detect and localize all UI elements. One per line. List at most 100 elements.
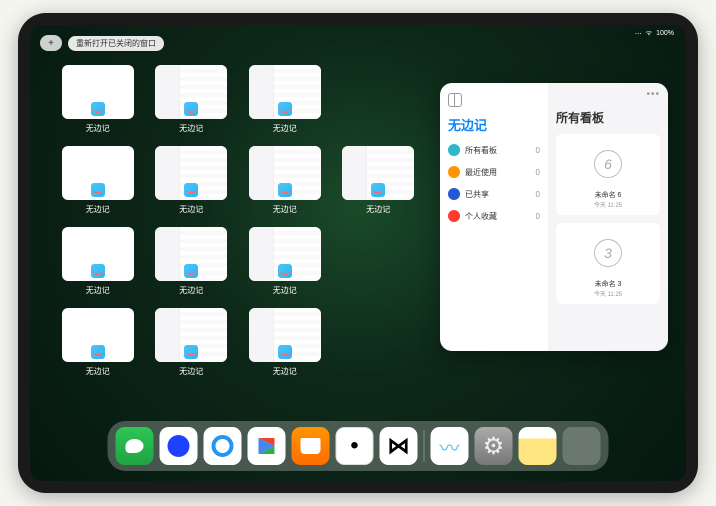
freeform-app-icon [277, 101, 293, 117]
dock-app-freeform[interactable] [431, 427, 469, 465]
dock-separator [424, 430, 425, 462]
app-window[interactable]: 无边记 [339, 146, 419, 215]
dock-app-notes[interactable] [519, 427, 557, 465]
freeform-app-icon [277, 344, 293, 360]
board-preview: 3 [562, 229, 654, 277]
window-label: 无边记 [86, 285, 110, 296]
window-label: 无边记 [366, 204, 390, 215]
window-thumbnail[interactable] [155, 65, 227, 119]
slideover-title: 无边记 [448, 115, 540, 134]
window-label: 无边记 [179, 366, 203, 377]
app-window[interactable]: 无边记 [245, 146, 325, 215]
window-thumbnail[interactable] [155, 146, 227, 200]
app-window[interactable]: 无边记 [58, 65, 138, 134]
app-window[interactable]: 无边记 [58, 308, 138, 377]
sidebar-item-count: 0 [536, 190, 540, 199]
category-icon [448, 188, 460, 200]
board-label: 未命名 3 [562, 279, 654, 289]
dock-app-play[interactable] [248, 427, 286, 465]
window-label: 无边记 [179, 123, 203, 134]
app-window[interactable]: 无边记 [58, 227, 138, 296]
window-thumbnail[interactable] [249, 308, 321, 362]
battery-text: 100% [656, 30, 674, 37]
dock-app-dice[interactable] [336, 427, 374, 465]
freeform-app-icon [183, 101, 199, 117]
sidebar-item-label: 已共享 [465, 189, 489, 200]
window-thumbnail[interactable] [249, 227, 321, 281]
window-thumbnail[interactable] [342, 146, 414, 200]
freeform-app-icon [370, 182, 386, 198]
board-label: 未命名 6 [562, 190, 654, 200]
more-button[interactable]: ••• [646, 89, 660, 100]
window-thumbnail[interactable] [155, 308, 227, 362]
window-thumbnail[interactable] [62, 65, 134, 119]
window-label: 无边记 [86, 366, 110, 377]
freeform-app-icon [90, 101, 106, 117]
dock-app-qbrowser[interactable] [204, 427, 242, 465]
app-window[interactable]: 无边记 [152, 65, 232, 134]
window-thumbnail[interactable] [155, 227, 227, 281]
new-window-button[interactable]: + [40, 35, 62, 51]
freeform-app-icon [183, 263, 199, 279]
freeform-app-icon [183, 182, 199, 198]
dock-app-bowtie[interactable] [380, 427, 418, 465]
sidebar-item[interactable]: 个人收藏 0 [448, 210, 540, 222]
screen: ⋯ ᯤ 100% + 重新打开已关闭的窗口 无边记无边记无边记无边记无边记无边记… [30, 25, 686, 481]
board-card[interactable]: 6 未命名 6今天 11:25 [556, 134, 660, 215]
app-window[interactable]: 无边记 [152, 227, 232, 296]
freeform-app-icon [90, 182, 106, 198]
sidebar-item[interactable]: 已共享 0 [448, 188, 540, 200]
category-icon [448, 144, 460, 156]
window-label: 无边记 [86, 123, 110, 134]
freeform-app-icon [90, 344, 106, 360]
freeform-app-icon [277, 182, 293, 198]
board-number-icon: 3 [594, 239, 622, 267]
board-preview: 6 [562, 140, 654, 188]
status-bar: ⋯ ᯤ 100% [635, 29, 674, 38]
category-icon [448, 210, 460, 222]
content-title: 所有看板 [556, 109, 660, 126]
app-window[interactable]: 无边记 [245, 65, 325, 134]
dock-app-settings[interactable] [475, 427, 513, 465]
dock-app-wechat[interactable] [116, 427, 154, 465]
sidebar-item-label: 个人收藏 [465, 211, 497, 222]
wifi-icon: ᯤ [646, 29, 652, 38]
board-card[interactable]: 3未命名 3今天 11:25 [556, 223, 660, 304]
slideover-content: ••• 所有看板 6 未命名 6今天 11:25 3 未命名 3 今天 11:25 [548, 83, 668, 351]
freeform-app-icon [183, 344, 199, 360]
top-controls: + 重新打开已关闭的窗口 [40, 35, 164, 51]
reopen-closed-button[interactable]: 重新打开已关闭的窗口 [68, 36, 164, 51]
window-label: 无边记 [273, 285, 297, 296]
sidebar-item-count: 0 [536, 146, 540, 155]
board-number-icon: 6 [594, 150, 622, 178]
sidebar-item[interactable]: 最近使用0 [448, 166, 540, 178]
sidebar-item-count: 0 [536, 168, 540, 177]
window-thumbnail[interactable] [249, 146, 321, 200]
window-thumbnail[interactable] [62, 227, 134, 281]
slide-over-panel[interactable]: 无边记 所有看板0最近使用0已共享0个人收藏0 ••• 所有看板 6未命名 6今… [440, 83, 668, 351]
sidebar-item[interactable]: 所有看板 0 [448, 144, 540, 156]
app-switcher-grid: 无边记无边记无边记无边记无边记无边记无边记无边记无边记无边记无边记无边记无边记 [58, 65, 418, 377]
dock-app-books[interactable] [292, 427, 330, 465]
window-label: 无边记 [273, 204, 297, 215]
app-window[interactable]: 无边记 [245, 308, 325, 377]
dock-app-qq-blue[interactable] [160, 427, 198, 465]
app-window[interactable]: 无边记 [245, 227, 325, 296]
slideover-sidebar: 无边记 所有看板0最近使用0已共享0个人收藏0 [440, 83, 548, 351]
sidebar-item-count: 0 [536, 212, 540, 221]
window-thumbnail[interactable] [62, 146, 134, 200]
sidebar-item-label: 所有看板 [465, 145, 497, 156]
app-window[interactable]: 无边记 [152, 146, 232, 215]
sidebar-toggle-icon[interactable] [448, 93, 462, 107]
window-label: 无边记 [179, 285, 203, 296]
window-thumbnail[interactable] [249, 65, 321, 119]
app-window[interactable]: 无边记 [152, 308, 232, 377]
board-timestamp: 今天 11:25 [562, 200, 654, 209]
dock-app-app-lib[interactable] [563, 427, 601, 465]
freeform-app-icon [277, 263, 293, 279]
window-label: 无边记 [273, 366, 297, 377]
app-window[interactable]: 无边记 [58, 146, 138, 215]
window-thumbnail[interactable] [62, 308, 134, 362]
window-label: 无边记 [86, 204, 110, 215]
freeform-app-icon [90, 263, 106, 279]
